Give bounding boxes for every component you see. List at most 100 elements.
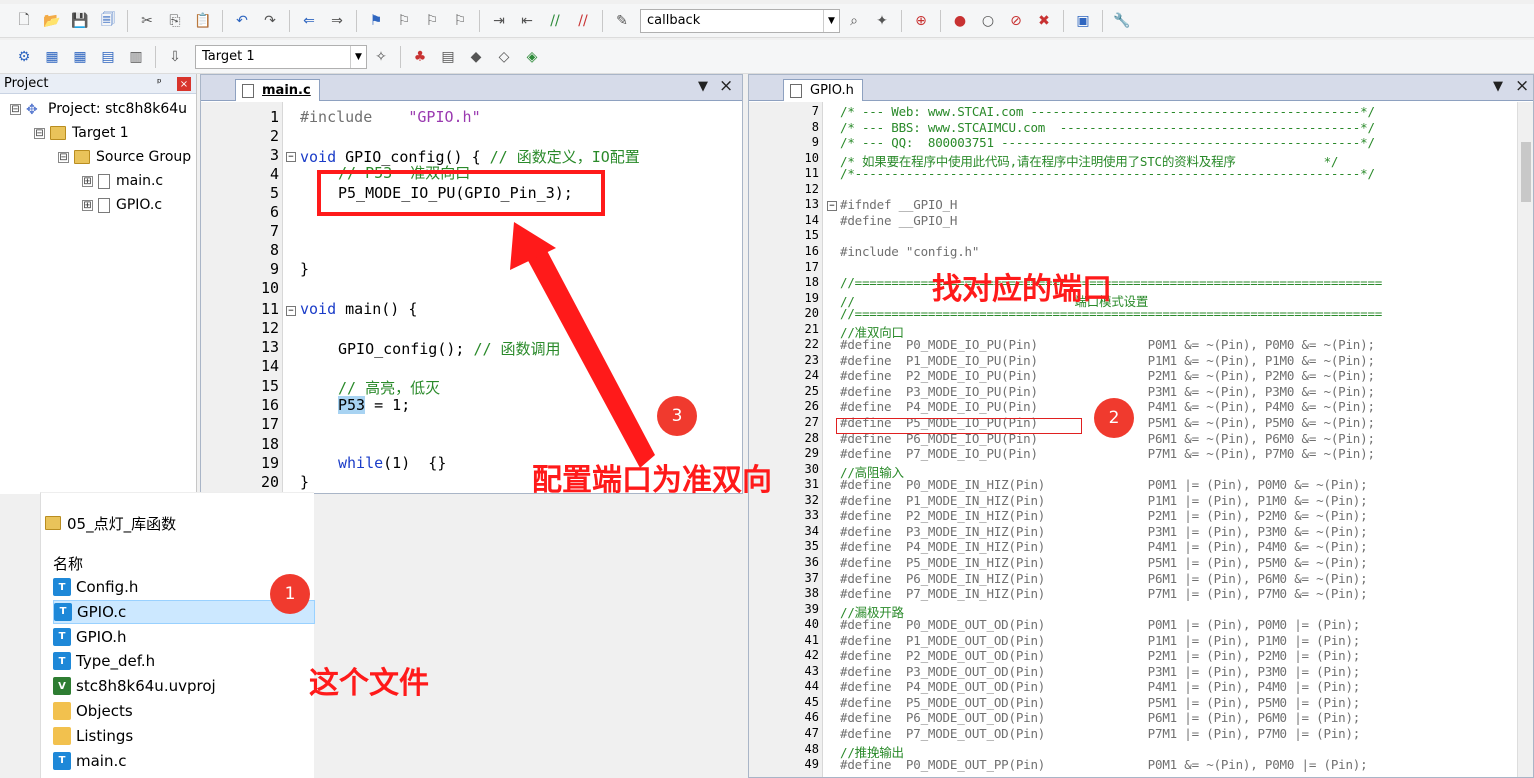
chevron-down-icon[interactable]: ▼ xyxy=(350,45,366,68)
pack-installer-icon[interactable]: ◆ xyxy=(465,46,487,68)
comment-icon[interactable]: // xyxy=(544,10,566,32)
build-toolbar: ⚙ ▦ ▦ ▤ ▥ ⇩ Target 1 ▼ ✧ ♣ ▤ ◆ ◇ ◈ xyxy=(0,40,1534,74)
configure-icon[interactable]: 🔧 xyxy=(1111,10,1133,32)
code-line: //======================================… xyxy=(840,306,1383,322)
collapse-toggle[interactable]: ⊟ xyxy=(58,151,69,163)
file-row[interactable]: T GPIO.h xyxy=(53,625,315,649)
code-line: #define P4_MODE_OUT_OD(Pin) P4M1 |= (Pin… xyxy=(840,679,1361,695)
save-all-icon[interactable]: 🗐 xyxy=(97,10,119,32)
open-file-icon[interactable]: 📂 xyxy=(41,10,63,32)
tree-item-main-c[interactable]: ⊞ main.c xyxy=(82,170,163,192)
toolbar-separator xyxy=(155,45,156,68)
bookmark-prev-icon[interactable]: ⚐ xyxy=(393,10,415,32)
tab-list-icon[interactable]: ▼ xyxy=(698,79,708,94)
line-number: 37 xyxy=(804,570,819,585)
incremental-find-icon[interactable]: ✦ xyxy=(871,10,893,32)
pin-icon[interactable]: ᵖ xyxy=(157,76,162,89)
expand-toggle[interactable]: ⊞ xyxy=(82,199,93,211)
line-number: 13 xyxy=(804,197,819,212)
indent-icon[interactable]: ⇥ xyxy=(488,10,510,32)
close-icon[interactable]: × xyxy=(177,77,191,91)
explorer-breadcrumb[interactable]: 05_点灯_库函数 xyxy=(41,511,176,535)
selected-token[interactable]: P53 xyxy=(338,396,366,414)
undo-icon[interactable]: ↶ xyxy=(231,10,253,32)
bookmark-clear-icon[interactable]: ⚐ xyxy=(449,10,471,32)
breakpoint-disable-all-icon[interactable]: ⊘ xyxy=(1005,10,1027,32)
tree-item-source-group[interactable]: ⊟ Source Group xyxy=(58,146,191,168)
uncomment-icon[interactable]: // xyxy=(572,10,594,32)
debug-session-icon[interactable]: ⊕ xyxy=(910,10,932,32)
unindent-icon[interactable]: ⇤ xyxy=(516,10,538,32)
save-icon[interactable]: 💾 xyxy=(69,10,91,32)
select-pack-icon[interactable]: ◇ xyxy=(493,46,515,68)
bookmark-icon[interactable]: ⚑ xyxy=(365,10,387,32)
fold-toggle[interactable]: − xyxy=(827,201,837,211)
find-in-files-icon[interactable]: ✎ xyxy=(611,10,633,32)
column-header-name[interactable]: 名称 xyxy=(53,553,83,574)
redo-icon[interactable]: ↷ xyxy=(259,10,281,32)
build-icon[interactable]: ▦ xyxy=(41,46,63,68)
tree-item-target[interactable]: ⊟ Target 1 xyxy=(34,122,129,144)
paste-icon[interactable]: 📋 xyxy=(192,10,214,32)
file-row[interactable]: T Type_def.h xyxy=(53,649,315,673)
file-row[interactable]: Objects xyxy=(53,699,315,723)
fold-toggle[interactable]: − xyxy=(286,306,296,316)
breakpoint-insert-icon[interactable]: ● xyxy=(949,10,971,32)
nav-forward-icon[interactable]: ⇒ xyxy=(326,10,348,32)
target-select[interactable]: Target 1 ▼ xyxy=(195,44,367,69)
source-file-icon: T xyxy=(53,578,71,596)
line-number: 48 xyxy=(804,741,819,756)
file-row[interactable]: Listings xyxy=(53,724,315,748)
tab-gpio-h[interactable]: GPIO.h xyxy=(783,79,863,101)
breakpoint-kill-all-icon[interactable]: ✖ xyxy=(1033,10,1055,32)
scrollbar-thumb[interactable] xyxy=(1521,142,1531,202)
rebuild-icon[interactable]: ▦ xyxy=(69,46,91,68)
line-number: 38 xyxy=(804,586,819,601)
toolbar-separator xyxy=(602,9,603,32)
file-row[interactable]: Tmain.c xyxy=(53,749,315,773)
vertical-scrollbar[interactable] xyxy=(1517,102,1533,777)
stop-build-icon[interactable]: ▥ xyxy=(125,46,147,68)
bookmark-next-icon[interactable]: ⚐ xyxy=(421,10,443,32)
breakpoint-disable-icon[interactable]: ○ xyxy=(977,10,999,32)
line-number: 9 xyxy=(269,260,279,278)
code-area[interactable]: /* --- Web: www.STCAI.com --------------… xyxy=(749,102,1533,777)
new-file-icon[interactable]: 🗋 xyxy=(13,10,35,32)
fold-toggle[interactable]: − xyxy=(286,152,296,162)
code-token: void xyxy=(300,148,337,166)
code-line: #define P1_MODE_IO_PU(Pin) P1M1 &= ~(Pin… xyxy=(840,352,1375,368)
line-number: 7 xyxy=(811,104,819,118)
download-icon[interactable]: ⇩ xyxy=(164,46,186,68)
toolbar-separator xyxy=(940,9,941,32)
copy-icon[interactable]: ⎘ xyxy=(164,10,186,32)
file-row[interactable]: Vstc8h8k64u.uvproj xyxy=(53,674,315,698)
close-tab-icon[interactable]: × xyxy=(719,76,733,96)
tree-item-project[interactable]: ⊟ ✥ Project: stc8h8k64u xyxy=(10,98,187,120)
folder-icon xyxy=(45,516,61,530)
close-tab-icon[interactable]: × xyxy=(1515,76,1529,96)
batch-build-icon[interactable]: ▤ xyxy=(97,46,119,68)
cut-icon[interactable]: ✂ xyxy=(136,10,158,32)
find-combo[interactable]: callback ▼ xyxy=(640,8,840,33)
code-line: #define P3_MODE_IN_HIZ(Pin) P3M1 |= (Pin… xyxy=(840,523,1368,539)
expand-toggle[interactable]: ⊞ xyxy=(82,175,93,187)
collapse-toggle[interactable]: ⊟ xyxy=(34,127,45,139)
line-number: 11 xyxy=(804,166,819,181)
run-time-env-icon[interactable]: ◈ xyxy=(521,46,543,68)
tree-item-gpio-c[interactable]: ⊞ GPIO.c xyxy=(82,194,162,216)
tree-item-label: Project: stc8h8k64u xyxy=(48,101,188,117)
code-area[interactable]: 1 2 3 4 5 6 7 8 9 10 11 12 13 14 15 16 17 18 19 20 #include… xyxy=(201,102,742,493)
tab-main-c[interactable]: main.c xyxy=(235,79,320,101)
find-icon[interactable]: ⌕ xyxy=(843,10,865,32)
target-options-icon[interactable]: ✧ xyxy=(370,46,392,68)
collapse-toggle[interactable]: ⊟ xyxy=(10,103,21,115)
code-line: #define P0_MODE_IO_PU(Pin) P0M1 &= ~(Pin… xyxy=(840,337,1375,353)
line-number: 43 xyxy=(804,663,819,678)
translate-icon[interactable]: ⚙ xyxy=(13,46,35,68)
file-extensions-icon[interactable]: ▤ xyxy=(437,46,459,68)
tab-list-icon[interactable]: ▼ xyxy=(1493,79,1503,94)
chevron-down-icon[interactable]: ▼ xyxy=(823,9,839,32)
manage-components-icon[interactable]: ♣ xyxy=(409,46,431,68)
nav-back-icon[interactable]: ⇐ xyxy=(298,10,320,32)
window-layout-icon[interactable]: ▣ xyxy=(1072,10,1094,32)
